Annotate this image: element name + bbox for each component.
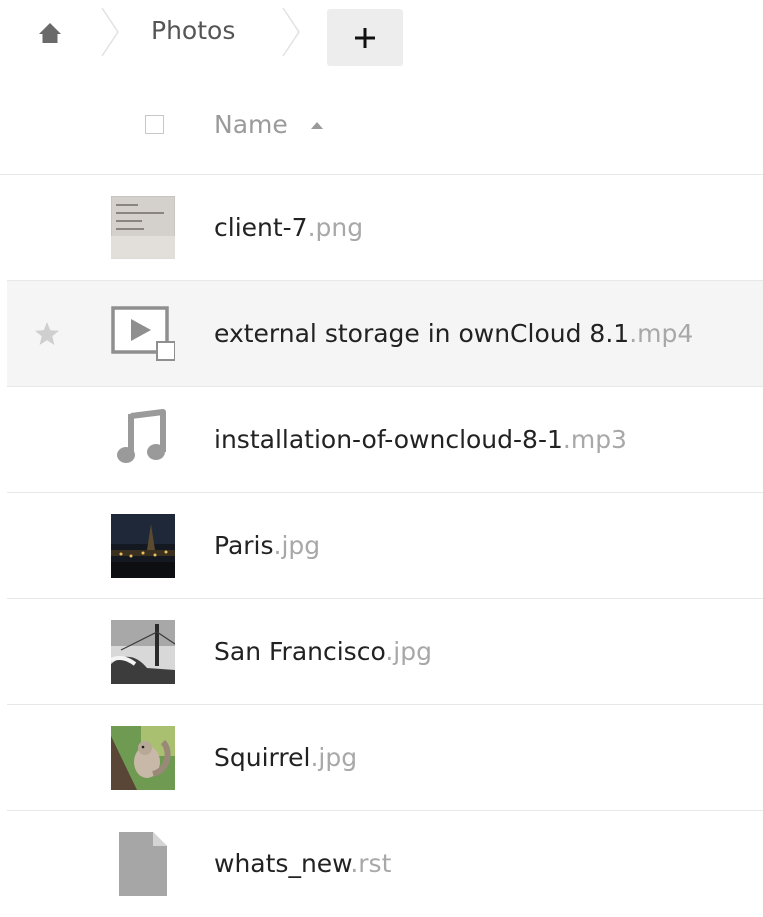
file-row[interactable]: Paris.jpg [7, 493, 763, 599]
file-row[interactable]: external storage in ownCloud 8.1.mp4 [7, 281, 763, 387]
image-thumbnail [111, 620, 175, 684]
document-icon [119, 832, 167, 896]
file-name[interactable]: Paris.jpg [214, 529, 320, 563]
name-column-header[interactable]: Name [214, 108, 288, 142]
file-row[interactable]: installation-of-owncloud-8-1.mp3 [7, 387, 763, 493]
video-icon [111, 306, 175, 361]
file-list-header: Name [0, 90, 763, 175]
file-row[interactable]: client-7.png [7, 175, 763, 281]
select-all-checkbox[interactable] [145, 115, 164, 134]
image-thumbnail [111, 514, 175, 578]
file-name[interactable]: installation-of-owncloud-8-1.mp3 [214, 423, 627, 457]
file-row[interactable]: whats_new.rst [7, 811, 763, 917]
file-name[interactable]: client-7.png [214, 211, 363, 245]
file-row[interactable]: Squirrel.jpg [7, 705, 763, 811]
file-name[interactable]: Squirrel.jpg [214, 741, 357, 775]
breadcrumb: Photos [0, 0, 763, 70]
new-button[interactable] [327, 9, 403, 66]
image-thumbnail [111, 726, 175, 790]
sort-ascending-icon [311, 122, 323, 129]
file-row[interactable]: San Francisco.jpg [7, 599, 763, 705]
favorite-star-icon[interactable] [33, 320, 61, 348]
home-icon[interactable] [38, 22, 62, 44]
music-note-icon [117, 409, 166, 463]
breadcrumb-separator-icon [282, 7, 300, 57]
breadcrumb-item-photos[interactable]: Photos [151, 15, 235, 47]
file-name[interactable]: whats_new.rst [214, 847, 391, 881]
plus-icon [355, 27, 375, 48]
image-thumbnail [111, 196, 175, 259]
file-name[interactable]: San Francisco.jpg [214, 635, 432, 669]
breadcrumb-separator-icon [101, 7, 119, 57]
file-name[interactable]: external storage in ownCloud 8.1.mp4 [214, 317, 693, 351]
